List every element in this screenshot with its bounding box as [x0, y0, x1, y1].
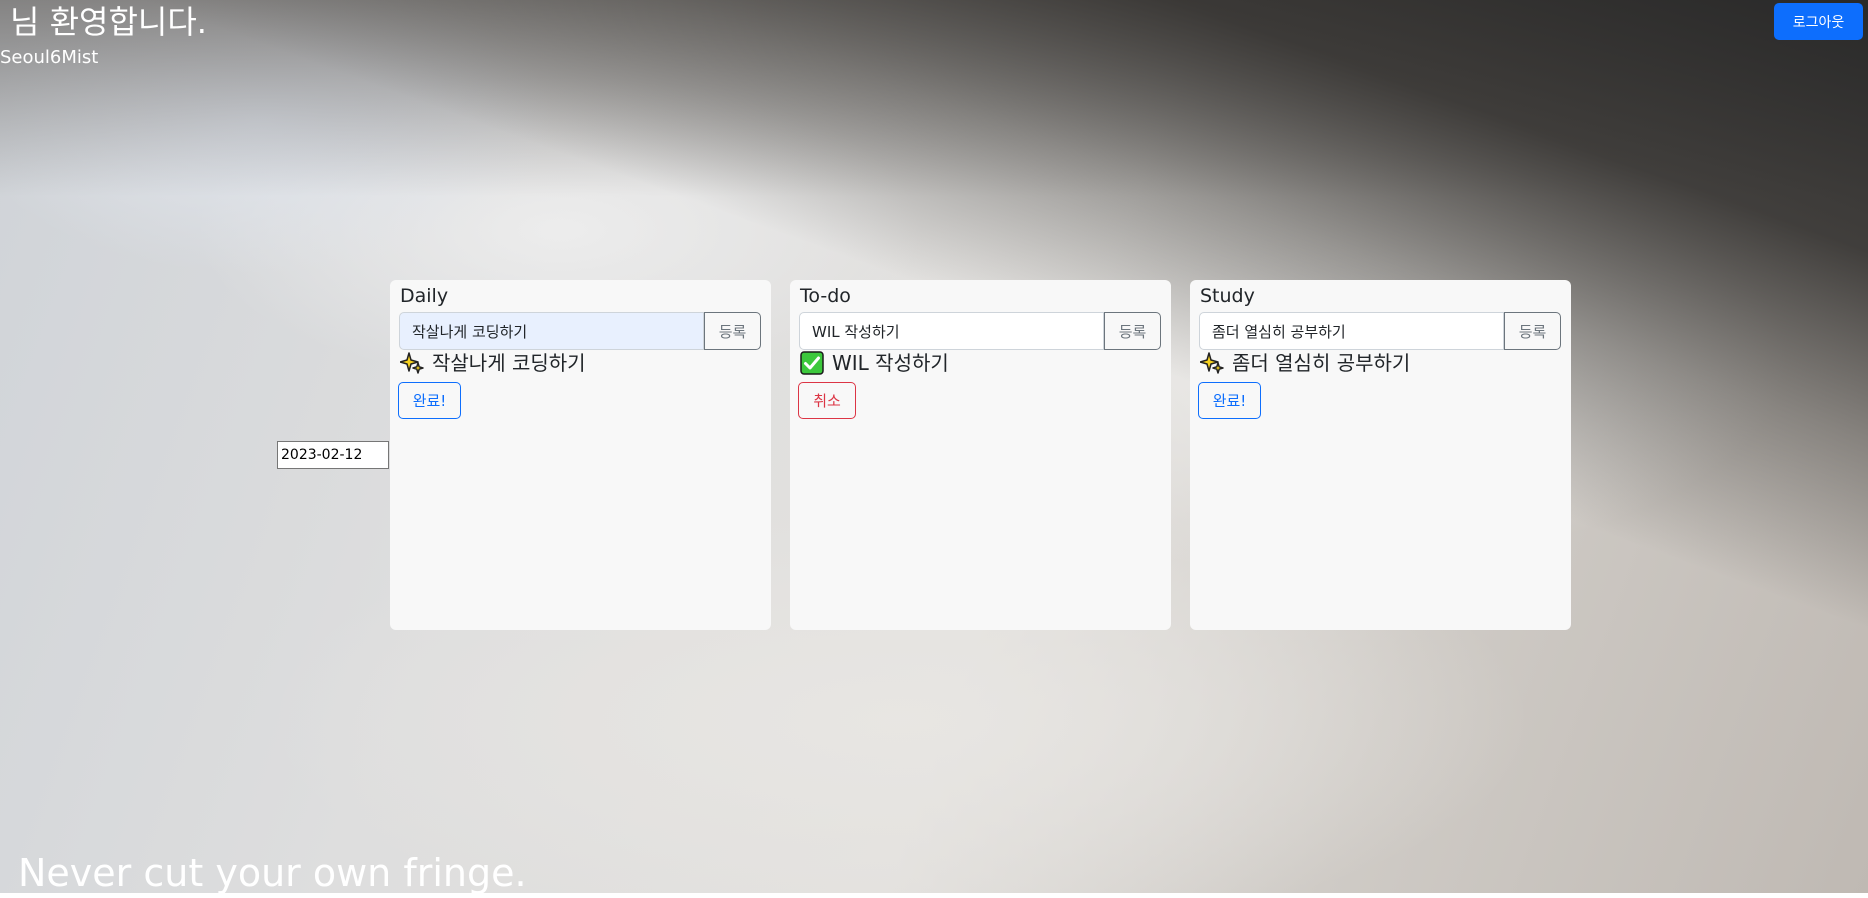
logout-button[interactable]: 로그아웃: [1774, 3, 1863, 40]
sparkle-icon: [399, 351, 424, 375]
list-item: WIL 작성하기: [800, 348, 949, 378]
list-item: 작살나게 코딩하기: [399, 348, 586, 378]
column-daily: Daily 등록 작살나게 코딩하기 완료!: [390, 280, 771, 630]
add-button[interactable]: 등록: [1504, 312, 1561, 350]
item-text: 작살나게 코딩하기: [432, 351, 586, 375]
list-item: 좀더 열심히 공부하기: [1199, 348, 1411, 378]
column-title: To-do: [800, 285, 851, 307]
complete-button[interactable]: 완료!: [1198, 382, 1261, 419]
add-row: 등록: [799, 312, 1161, 350]
item-text: 좀더 열심히 공부하기: [1232, 351, 1411, 375]
item-text: WIL 작성하기: [832, 351, 949, 375]
todo-input[interactable]: [1199, 312, 1504, 350]
add-row: 등록: [399, 312, 761, 350]
complete-button[interactable]: 완료!: [398, 382, 461, 419]
add-button[interactable]: 등록: [1104, 312, 1161, 350]
todo-input[interactable]: [799, 312, 1104, 350]
date-input[interactable]: [277, 441, 389, 469]
column-title: Study: [1200, 285, 1255, 307]
add-row: 등록: [1199, 312, 1561, 350]
add-button[interactable]: 등록: [704, 312, 761, 350]
check-mark-icon: [800, 351, 824, 375]
column-title: Daily: [400, 285, 449, 307]
cancel-button[interactable]: 취소: [798, 382, 856, 419]
column-todo: To-do 등록 WIL 작성하기 취소: [790, 280, 1171, 630]
todo-input[interactable]: [399, 312, 704, 350]
welcome-heading: 님 환영합니다.: [10, 3, 207, 41]
column-study: Study 등록 좀더 열심히 공부하기 완료!: [1190, 280, 1571, 630]
sparkle-icon: [1199, 351, 1224, 375]
footer-quote: Never cut your own fringe.: [18, 851, 527, 895]
username: Seoul6Mist: [0, 47, 99, 68]
